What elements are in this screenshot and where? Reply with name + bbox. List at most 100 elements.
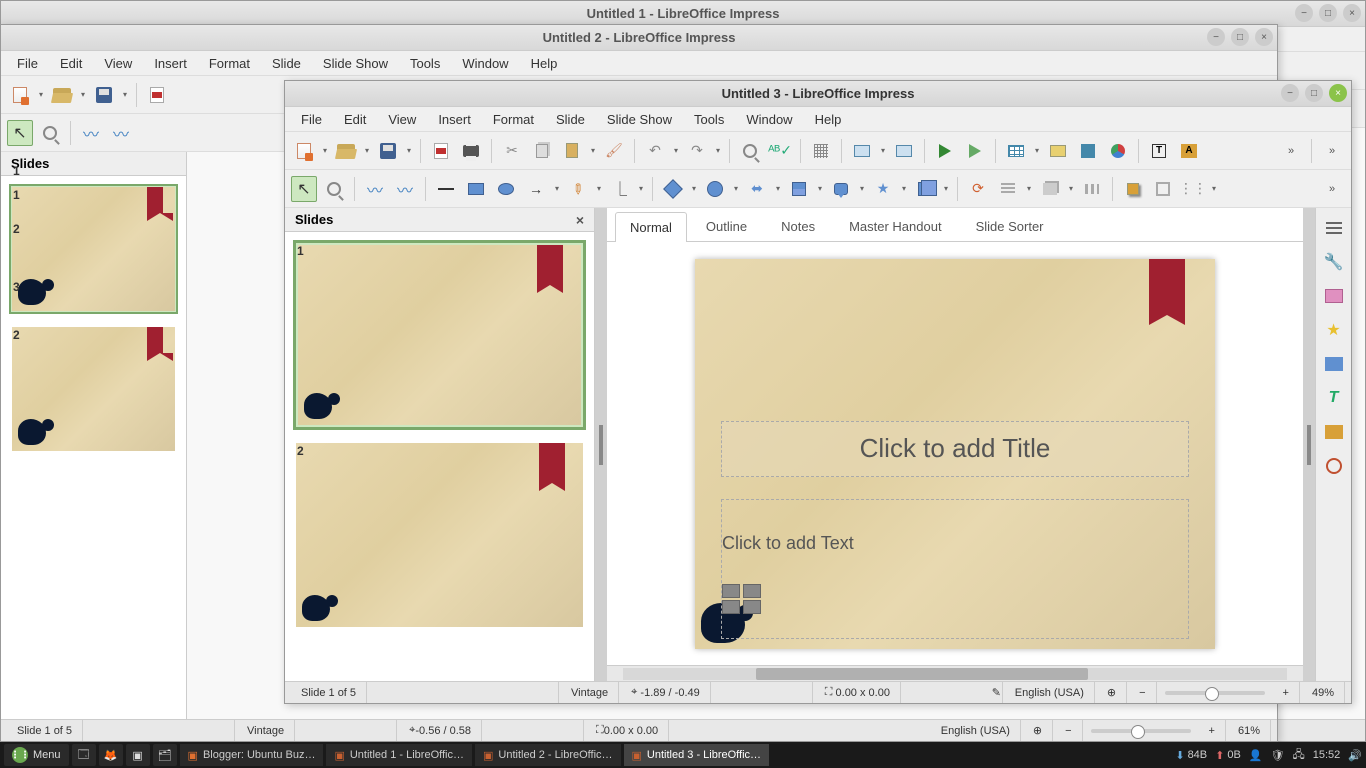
line-tool[interactable] (433, 176, 459, 202)
menu-window[interactable]: Window (736, 109, 802, 130)
curve-tool[interactable]: 〰 (108, 120, 134, 146)
drawing-toolbar-overflow-icon[interactable]: » (1319, 176, 1345, 202)
redo-button[interactable]: ↷ (684, 138, 710, 164)
close-button[interactable]: × (1343, 4, 1361, 22)
align-tool[interactable] (995, 176, 1021, 202)
start-current-button[interactable] (962, 138, 988, 164)
zoom-in-button[interactable]: + (1273, 682, 1300, 703)
open-button[interactable] (333, 138, 359, 164)
status-lang[interactable]: English (USA) (931, 720, 1021, 741)
status-zoom[interactable]: 49% (1302, 682, 1345, 703)
show-desktop-button[interactable]: 🗔 (72, 744, 96, 766)
slide-editor[interactable]: Click to add Title Click to add Text (607, 242, 1303, 665)
slide-thumb-2[interactable]: 2 (293, 440, 586, 630)
task-untitled-3[interactable]: ▣Untitled 3 - LibreOffic… (624, 744, 770, 766)
maximize-button[interactable]: □ (1305, 84, 1323, 102)
new-button[interactable] (291, 138, 317, 164)
properties-deck-icon[interactable]: 🔧 (1322, 250, 1346, 274)
menu-window[interactable]: Window (452, 53, 518, 74)
menu-format[interactable]: Format (483, 109, 544, 130)
slide-thumb-1[interactable]: 1 (293, 240, 586, 430)
insert-table-button[interactable] (1003, 138, 1029, 164)
network-icon[interactable]: 🖧 (1293, 746, 1305, 765)
symbol-shapes-tool[interactable] (702, 176, 728, 202)
menu-edit[interactable]: Edit (334, 109, 376, 130)
menu-file[interactable]: File (291, 109, 332, 130)
menu-help[interactable]: Help (805, 109, 852, 130)
tab-outline[interactable]: Outline (691, 211, 762, 241)
slide-thumb-2[interactable]: 2 (9, 324, 178, 454)
close-doc-icon[interactable]: » (1319, 138, 1345, 164)
menu-view[interactable]: View (94, 53, 142, 74)
minimize-button[interactable]: − (1295, 4, 1313, 22)
flowchart-tool[interactable] (786, 176, 812, 202)
menu-file[interactable]: File (7, 53, 48, 74)
close-button[interactable]: × (1255, 28, 1273, 46)
arrange-tool[interactable] (1037, 176, 1063, 202)
menu-help[interactable]: Help (521, 53, 568, 74)
task-untitled-1[interactable]: ▣Untitled 1 - LibreOffic… (326, 744, 472, 766)
titlebar[interactable]: Untitled 3 - LibreOffice Impress − □ × (285, 81, 1351, 107)
rotate-tool[interactable]: ⟳ (965, 176, 991, 202)
menu-slide[interactable]: Slide (262, 53, 311, 74)
clone-format-button[interactable]: 🖌 (601, 138, 627, 164)
zoom-in-button[interactable]: + (1199, 720, 1226, 741)
menu-tools[interactable]: Tools (400, 53, 450, 74)
content-placeholder[interactable]: Click to add Text (721, 499, 1189, 639)
terminal-launcher[interactable]: ▣ (126, 744, 150, 766)
crop-tool[interactable] (1150, 176, 1176, 202)
status-zoom[interactable]: 61% (1228, 720, 1271, 741)
tab-notes[interactable]: Notes (766, 211, 830, 241)
maximize-button[interactable]: □ (1319, 4, 1337, 22)
zoom-pan-tool[interactable] (321, 176, 347, 202)
menu-edit[interactable]: Edit (50, 53, 92, 74)
maximize-button[interactable]: □ (1231, 28, 1249, 46)
files-launcher[interactable]: 🗂 (153, 744, 177, 766)
stars-tool[interactable]: ★ (870, 176, 896, 202)
print-button[interactable] (458, 138, 484, 164)
ellipse-tool[interactable] (493, 176, 519, 202)
animation-deck-icon[interactable]: ★ (1322, 318, 1346, 342)
network-up-indicator[interactable]: ⬆0B (1215, 749, 1241, 762)
insert-chart-button[interactable] (1105, 138, 1131, 164)
volume-icon[interactable]: 🔊 (1348, 749, 1362, 762)
zoom-slider[interactable] (1091, 729, 1191, 733)
display-grid-button[interactable] (808, 138, 834, 164)
new-button[interactable] (7, 82, 33, 108)
update-icon[interactable]: 🛡 (1271, 749, 1285, 762)
menu-slideshow[interactable]: Slide Show (313, 53, 398, 74)
fontwork-button[interactable]: A (1176, 138, 1202, 164)
curve-fill-tool[interactable]: 〰 (362, 176, 388, 202)
menu-tools[interactable]: Tools (684, 109, 734, 130)
copy-button[interactable] (529, 138, 555, 164)
sidebar-settings-icon[interactable] (1322, 216, 1346, 240)
line-arrow-tool[interactable]: → (523, 176, 549, 202)
toolbar-overflow-icon[interactable]: » (1278, 138, 1304, 164)
menu-slide[interactable]: Slide (546, 109, 595, 130)
rectangle-tool[interactable] (463, 176, 489, 202)
distribute-tool[interactable] (1079, 176, 1105, 202)
close-button[interactable]: × (1329, 84, 1347, 102)
insert-image-button[interactable] (1045, 138, 1071, 164)
find-button[interactable] (737, 138, 763, 164)
tab-master-handout[interactable]: Master Handout (834, 211, 957, 241)
save-button[interactable] (375, 138, 401, 164)
curve-fill-tool[interactable]: 〰 (78, 120, 104, 146)
block-arrows-tool[interactable]: ⬌ (744, 176, 770, 202)
filter-tool[interactable]: ⋮⋮ (1180, 176, 1206, 202)
pdf-button[interactable] (144, 82, 170, 108)
save-button[interactable] (91, 82, 117, 108)
slide-transition-deck-icon[interactable] (1322, 284, 1346, 308)
shadow-tool[interactable] (1120, 176, 1146, 202)
curve-pen-tool[interactable]: ✎ (565, 176, 591, 202)
zoom-out-button[interactable]: − (1129, 682, 1156, 703)
zoom-out-button[interactable]: − (1055, 720, 1082, 741)
insert-av-button[interactable] (1075, 138, 1101, 164)
status-signature-icon[interactable]: ✎ (982, 682, 1003, 703)
undo-button[interactable]: ↶ (642, 138, 668, 164)
minimize-button[interactable]: − (1281, 84, 1299, 102)
slide-canvas[interactable]: Click to add Title Click to add Text (695, 259, 1215, 649)
horizontal-scrollbar[interactable] (607, 665, 1303, 681)
zoom-fit-button[interactable]: ⊕ (1097, 682, 1127, 703)
spellcheck-button[interactable]: ᴬᴮ✓ (767, 138, 793, 164)
